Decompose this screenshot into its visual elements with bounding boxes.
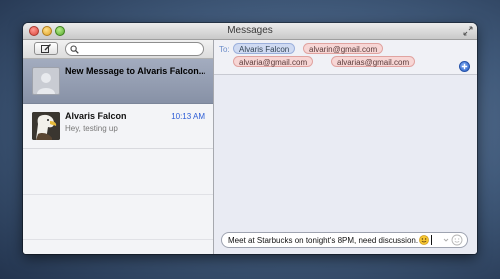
compose-icon <box>41 44 51 53</box>
conversation-pane: To: Alvaris Falcon alvarin@gmail.com alv… <box>214 40 477 254</box>
conversation-time: 10:13 AM <box>171 112 205 121</box>
list-divider <box>23 239 213 240</box>
search-icon <box>70 45 79 54</box>
conversation-name: New Message to Alvaris Falcon... <box>65 66 205 76</box>
blank-avatar <box>32 67 60 95</box>
conversation-row-new-message[interactable]: New Message to Alvaris Falcon... <box>23 59 213 104</box>
list-divider <box>23 194 213 195</box>
recipient-chip[interactable]: alvarias@gmail.com <box>331 56 416 67</box>
window-title: Messages <box>227 25 273 36</box>
title-bar[interactable]: Messages <box>23 23 477 40</box>
message-text: Meet at Starbucks on tonight's 8PM, need… <box>228 236 419 245</box>
compose-button[interactable] <box>34 42 58 55</box>
recipient-chip[interactable]: alvarin@gmail.com <box>303 43 384 54</box>
conversation-preview: Hey, testing up <box>65 124 118 133</box>
fullscreen-icon[interactable] <box>463 26 473 36</box>
recipient-field[interactable]: To: Alvaris Falcon alvarin@gmail.com alv… <box>214 40 477 75</box>
eagle-avatar <box>32 112 60 140</box>
sidebar: New Message to Alvaris Falcon... Alvaris… <box>23 40 214 254</box>
message-input[interactable]: Meet at Starbucks on tonight's 8PM, need… <box>221 232 468 248</box>
conversation-list: New Message to Alvaris Falcon... Alvaris… <box>23 59 213 254</box>
smiley-icon <box>419 235 429 245</box>
search-input[interactable] <box>65 42 204 56</box>
emoji-picker-icon[interactable] <box>442 234 464 246</box>
conversation-row-alvaris-falcon[interactable]: Alvaris Falcon 10:13 AM Hey, testing up <box>23 104 213 149</box>
add-recipient-icon <box>461 63 468 70</box>
sidebar-toolbar <box>23 40 213 59</box>
recipient-chip[interactable]: alvaria@gmail.com <box>233 56 314 67</box>
to-label: To: <box>219 45 230 54</box>
add-recipient-button[interactable] <box>459 61 470 72</box>
recipient-chip[interactable]: Alvaris Falcon <box>233 43 296 54</box>
text-caret <box>431 235 432 245</box>
messages-window: Messages New Message to Alvaris Falcon..… <box>23 23 477 254</box>
